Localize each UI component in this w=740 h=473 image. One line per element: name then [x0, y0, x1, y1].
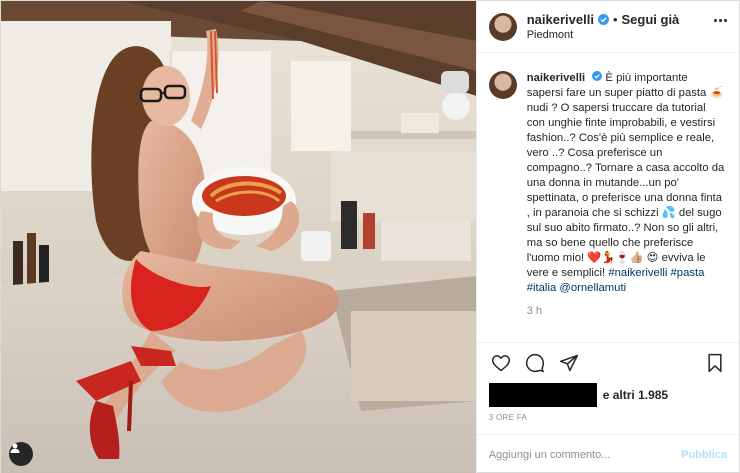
- mention-link[interactable]: @ornellamuti: [559, 282, 626, 294]
- comment-icon[interactable]: [523, 351, 547, 375]
- publish-button[interactable]: Pubblica: [681, 449, 727, 461]
- username-link[interactable]: naikerivelli: [527, 12, 594, 27]
- add-comment-bar: Pubblica: [476, 434, 739, 473]
- likes-count[interactable]: e altri 1.985: [603, 388, 668, 402]
- user-tag-button[interactable]: [9, 442, 33, 466]
- icons-row: [489, 351, 727, 375]
- caption-text: È più importante sapersi fare un super p…: [526, 72, 728, 279]
- instagram-post: naikerivelli • Segui già Piedmont naiker…: [0, 0, 740, 473]
- more-options-icon[interactable]: [714, 19, 727, 22]
- caption-age[interactable]: 3 h: [527, 304, 727, 319]
- bookmark-icon[interactable]: [703, 351, 727, 375]
- hashtag-link[interactable]: #pasta: [671, 267, 705, 279]
- follow-button[interactable]: Segui già: [622, 12, 680, 27]
- verified-badge-icon: [597, 14, 609, 25]
- comment-input[interactable]: [488, 448, 682, 461]
- comments-area: naikerivelli È più importante sapersi fa…: [477, 53, 739, 342]
- post-photo[interactable]: [1, 1, 476, 473]
- caption-avatar[interactable]: [488, 71, 517, 99]
- caption-username[interactable]: naikerivelli: [527, 72, 585, 84]
- action-bar: e altri 1.985 3 ORE FA: [476, 342, 739, 434]
- redaction-bar: [488, 383, 597, 407]
- location-link[interactable]: Piedmont: [527, 29, 680, 41]
- post-timestamp[interactable]: 3 ORE FA: [489, 413, 727, 422]
- heart-icon[interactable]: [489, 351, 513, 375]
- verified-badge-icon: [592, 71, 603, 81]
- paper-plane-icon[interactable]: [557, 351, 581, 375]
- hashtag-link[interactable]: #italia: [527, 282, 557, 294]
- header-text: naikerivelli • Segui già Piedmont: [527, 12, 680, 41]
- post-side-panel: naikerivelli • Segui già Piedmont naiker…: [475, 1, 739, 473]
- user-tag-icon: [10, 443, 20, 453]
- header-row: naikerivelli • Segui già: [527, 12, 680, 27]
- avatar[interactable]: [488, 12, 517, 41]
- hashtag-link[interactable]: #naikerivelli: [608, 267, 667, 279]
- caption: naikerivelli È più importante sapersi fa…: [527, 71, 727, 342]
- kitchen-photo-illustration: [1, 1, 476, 473]
- post-header: naikerivelli • Segui già Piedmont: [476, 1, 739, 53]
- likes-summary[interactable]: e altri 1.985: [488, 383, 727, 407]
- dot-separator: •: [612, 12, 618, 27]
